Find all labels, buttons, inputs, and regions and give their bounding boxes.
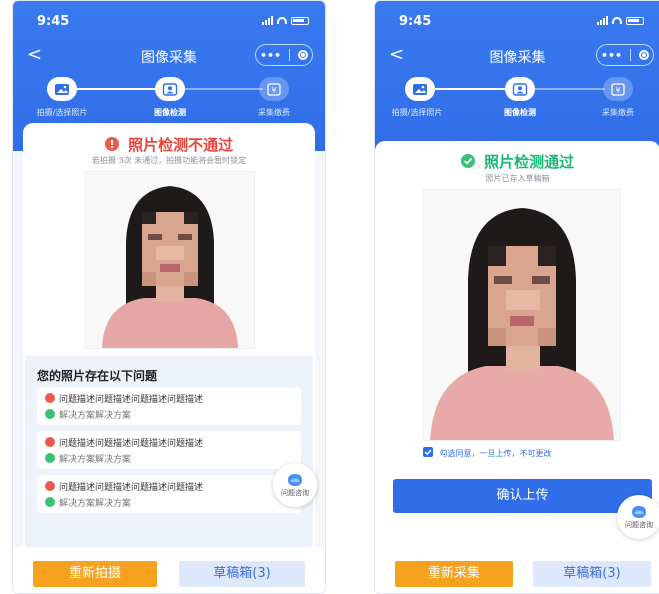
drafts-button[interactable]: 草稿箱(3) xyxy=(533,561,651,587)
issue-item: 问题描述问题描述问题描述问题描述 解决方案解决方案 xyxy=(37,431,301,469)
close-circle-icon[interactable] xyxy=(639,50,650,60)
status-bar: 9:45 xyxy=(13,1,325,35)
result-title: 照片检测通过 xyxy=(484,153,575,171)
issue-solution: 解决方案解决方案 xyxy=(45,496,131,509)
phone-screen-detection-failed: 9:45 < 图像采集 ••• ¥ 拍摄/选择照片 图像检测 采集缴费 照片检测… xyxy=(12,0,326,594)
error-icon xyxy=(104,137,119,151)
tip-icon xyxy=(45,497,55,507)
capsule-divider xyxy=(289,49,291,61)
step-label-payment: 采集缴费 xyxy=(258,108,290,117)
error-icon xyxy=(45,437,55,447)
step-label-payment: 采集缴费 xyxy=(602,108,634,117)
step-photo-icon xyxy=(47,77,77,101)
consult-button[interactable]: 问题咨询 xyxy=(273,463,317,507)
error-icon xyxy=(45,393,55,403)
status-icons xyxy=(597,16,644,25)
step-detect-icon xyxy=(155,77,185,101)
step-detect-icon xyxy=(505,77,535,101)
svg-text:¥: ¥ xyxy=(271,86,276,95)
chat-bubble-icon xyxy=(632,505,646,518)
step-photo-icon xyxy=(405,77,435,101)
result-card: 照片检测不通过 若拍摄 3次 未通过，拍摄功能将会暂时锁定 您的照片存在以下问题… xyxy=(23,123,315,593)
consult-label: 问题咨询 xyxy=(281,488,309,497)
step-label-detect: 图像检测 xyxy=(154,108,186,117)
issue-problem: 问题描述问题描述问题描述问题描述 xyxy=(45,480,203,493)
battery-icon xyxy=(626,16,644,25)
progress-steps: ¥ 拍摄/选择照片 图像检测 采集缴费 xyxy=(375,75,659,119)
result-card: 照片检测通过 照片已存入草稿箱 勾选同意，一旦上传，不可更改 确认上传 xyxy=(375,141,659,593)
status-time: 9:45 xyxy=(37,14,70,29)
issues-panel: 您的照片存在以下问题 问题描述问题描述问题描述问题描述 解决方案解决方案 问题描… xyxy=(25,355,313,549)
nav-bar: < 图像采集 ••• xyxy=(13,41,325,71)
drafts-button[interactable]: 草稿箱(3) xyxy=(179,561,305,587)
agree-row[interactable]: 勾选同意，一旦上传，不可更改 xyxy=(423,447,552,459)
issue-problem: 问题描述问题描述问题描述问题描述 xyxy=(45,436,203,449)
agree-text: 勾选同意，一旦上传，不可更改 xyxy=(439,449,552,458)
step-label-photo: 拍摄/选择照片 xyxy=(391,108,443,117)
consult-label: 问题咨询 xyxy=(625,520,653,529)
retake-button[interactable]: 重新拍摄 xyxy=(33,561,157,587)
step-label-photo: 拍摄/选择照片 xyxy=(36,108,88,117)
step-connector-pending xyxy=(535,88,605,90)
chat-bubble-icon xyxy=(288,473,302,486)
recollect-button[interactable]: 重新采集 xyxy=(395,561,513,587)
confirm-upload-button[interactable]: 确认上传 xyxy=(393,479,652,513)
status-bar: 9:45 xyxy=(375,1,659,35)
issue-solution: 解决方案解决方案 xyxy=(45,408,131,421)
issue-item: 问题描述问题描述问题描述问题描述 解决方案解决方案 xyxy=(37,475,301,513)
result-title: 照片检测不通过 xyxy=(128,136,234,154)
result-subtitle: 若拍摄 3次 未通过，拍摄功能将会暂时锁定 xyxy=(91,156,247,165)
check-circle-icon xyxy=(460,154,475,168)
error-icon xyxy=(45,481,55,491)
phone-screen-detection-passed: 9:45 < 图像采集 ••• ¥ 拍摄/选择照片 图像检测 采集缴费 照片检测… xyxy=(374,0,659,594)
tip-icon xyxy=(45,409,55,419)
id-photo xyxy=(85,171,255,349)
id-photo xyxy=(423,189,621,441)
status-time: 9:45 xyxy=(399,14,432,29)
status-icons xyxy=(262,16,309,25)
capsule-divider xyxy=(630,49,632,61)
signal-icon xyxy=(597,16,608,25)
bottom-action-bar: 重新采集 草稿箱(3) xyxy=(375,547,659,593)
step-payment-icon: ¥ xyxy=(603,77,633,101)
step-connector-pending xyxy=(185,88,263,90)
tip-icon xyxy=(45,453,55,463)
issue-solution: 解决方案解决方案 xyxy=(45,452,131,465)
wifi-icon xyxy=(612,17,622,24)
issue-problem: 问题描述问题描述问题描述问题描述 xyxy=(45,392,203,405)
step-label-detect: 图像检测 xyxy=(504,108,536,117)
consult-button[interactable]: 问题咨询 xyxy=(617,495,659,539)
close-circle-icon[interactable] xyxy=(298,50,309,60)
result-title-row: 照片检测不通过 xyxy=(23,134,315,155)
result-title-row: 照片检测通过 xyxy=(375,151,659,172)
bottom-action-bar: 重新拍摄 草稿箱(3) xyxy=(13,547,325,593)
issues-heading: 您的照片存在以下问题 xyxy=(37,369,158,383)
svg-text:¥: ¥ xyxy=(615,86,620,95)
step-payment-icon: ¥ xyxy=(259,77,289,101)
more-icon[interactable]: ••• xyxy=(260,49,281,62)
progress-steps: ¥ 拍摄/选择照片 图像检测 采集缴费 xyxy=(13,75,325,119)
mini-program-capsule: ••• xyxy=(255,44,313,66)
signal-icon xyxy=(262,16,273,25)
nav-bar: < 图像采集 ••• xyxy=(375,41,659,71)
agree-checkbox[interactable] xyxy=(423,447,433,457)
issue-item: 问题描述问题描述问题描述问题描述 解决方案解决方案 xyxy=(37,387,301,425)
mini-program-capsule: ••• xyxy=(596,44,654,66)
result-subtitle: 照片已存入草稿箱 xyxy=(485,174,550,183)
wifi-icon xyxy=(277,17,287,24)
battery-icon xyxy=(291,16,309,25)
more-icon[interactable]: ••• xyxy=(601,49,622,62)
